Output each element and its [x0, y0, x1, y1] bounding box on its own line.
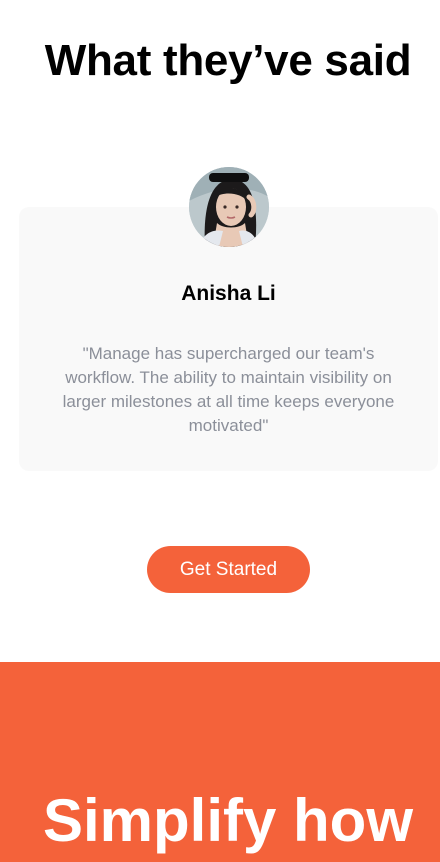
get-started-button[interactable]: Get Started	[147, 546, 310, 593]
footer-heading: Simplify how	[42, 787, 414, 854]
avatar	[189, 167, 269, 247]
testimonial-author-name: Anisha Li	[181, 282, 276, 305]
testimonial-quote: "Manage has supercharged our team's work…	[62, 344, 395, 435]
section-heading: What they’ve said	[44, 36, 412, 85]
footer-cta-band: Simplify how	[0, 662, 440, 862]
